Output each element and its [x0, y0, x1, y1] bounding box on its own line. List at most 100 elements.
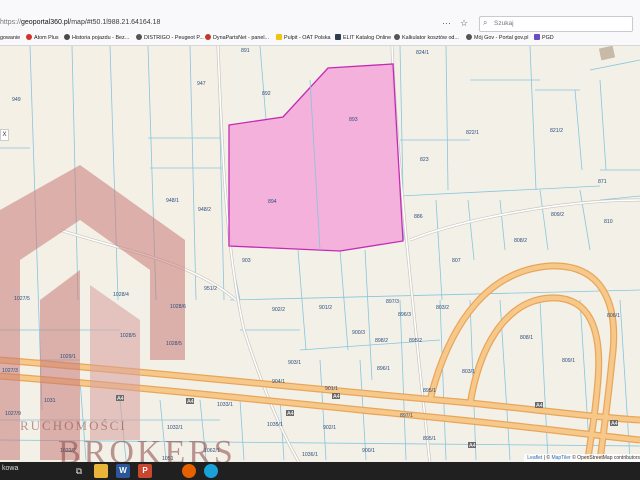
bookmark-item[interactable]: DISTRIGO - Peugeot P... [136, 32, 204, 45]
road-label: A4 [469, 443, 476, 449]
bookmark-label: Mój Gov - Portal gov.pl [474, 35, 529, 41]
more-dots-icon[interactable]: ··· [442, 16, 451, 30]
parcel-label: 898/2 [375, 338, 388, 344]
parcel-label: 896/1 [377, 366, 390, 372]
parcel-label: 895/1 [423, 388, 436, 394]
parcel-label: 803/1 [462, 369, 475, 375]
parcel-label: 808/1 [520, 335, 533, 341]
parcel-label: 1028/5 [166, 341, 182, 347]
bookmark-favicon-icon [276, 34, 282, 40]
bookmark-item[interactable]: PGD [534, 32, 554, 45]
parcel-label: 822/1 [466, 130, 479, 136]
attribution-maptiler-link[interactable]: MapTiler [551, 455, 570, 461]
parcel-label: 901/1 [325, 386, 338, 392]
parcel-label: 947 [197, 81, 206, 87]
parcel-label: 897/3 [386, 299, 399, 305]
star-icon[interactable]: ☆ [460, 16, 468, 30]
word-icon[interactable]: W [116, 464, 130, 478]
bookmark-item[interactable]: DynaPartsNet - panel... [205, 32, 269, 45]
parcel-label: 1032/1 [167, 425, 183, 431]
parcel-label: 893 [349, 117, 358, 123]
parcel-label: 892 [262, 91, 271, 97]
explorer-icon[interactable] [94, 464, 108, 478]
side-panel-close-button[interactable]: X [0, 129, 9, 141]
bookmark-label: PGD [542, 35, 554, 41]
bookmarks-bar: gowanie Atom Plus Historia pojazdu - Bez… [0, 32, 640, 46]
url-host: geoportal360.pl [21, 19, 70, 26]
bookmark-favicon-icon [394, 34, 400, 40]
parcel-label: 1027/9 [5, 411, 21, 417]
bookmark-label: DISTRIGO - Peugeot P... [144, 35, 204, 41]
road-label: A4 [333, 394, 340, 400]
bookmark-favicon-icon [205, 34, 211, 40]
edge-icon[interactable] [204, 464, 218, 478]
bookmark-item[interactable]: ELIT Katalog Online [335, 32, 391, 45]
taskbar-app-icon[interactable]: ⧉ [72, 464, 86, 478]
bookmark-label: Kalkulator kosztów od... [402, 35, 459, 41]
parcel-label: 902/2 [272, 307, 285, 313]
map-view[interactable]: A4 A4 A4 A4 A4 A4 A4 891 892 893 894 903… [0, 46, 640, 464]
parcel-label: 948/1 [166, 198, 179, 204]
bookmark-label: ELIT Katalog Online [343, 35, 392, 41]
road-label: A4 [117, 396, 124, 402]
bookmark-item[interactable]: gowanie [0, 32, 20, 45]
bookmark-item[interactable]: Mój Gov - Portal gov.pl [466, 32, 528, 45]
bookmark-label: gowanie [0, 35, 21, 41]
parcel-label: 897/1 [400, 413, 413, 419]
parcel-label: 949 [12, 97, 21, 103]
parcel-label: 886 [414, 214, 423, 220]
parcel-label: 824/1 [416, 50, 429, 56]
parcel-label: 810 [604, 219, 613, 225]
parcel-label: 803/2 [436, 305, 449, 311]
road-label: A4 [611, 421, 618, 427]
parcel-label: 1028/4 [113, 292, 129, 298]
bookmark-favicon-icon [335, 34, 341, 40]
parcel-label: 1035/1 [267, 422, 283, 428]
bookmark-favicon-icon [534, 34, 540, 40]
parcel-label: 1029/1 [60, 354, 76, 360]
parcel-label: 895/1 [423, 436, 436, 442]
attribution-leaflet-link[interactable]: Leaflet [527, 455, 542, 461]
powerpoint-icon[interactable]: P [138, 464, 152, 478]
parcel-label: 1031 [44, 398, 56, 404]
url-protocol: https:// [0, 19, 22, 26]
bookmark-item[interactable]: Historia pojazdu - Bez... [64, 32, 129, 45]
bookmark-label: DynaPartsNet - panel... [213, 35, 270, 41]
bookmark-item[interactable]: Kalkulator kosztów od... [394, 32, 459, 45]
parcel-label: 900/1 [362, 448, 375, 454]
parcel-label: 1027/5 [14, 296, 30, 302]
address-bar[interactable]: https://geoportal360.pl/map/#t50.1l988.2… [0, 16, 160, 30]
bookmark-label: Atom Plus [34, 35, 59, 41]
bookmark-item[interactable]: Pulpit - OAT Polska [276, 32, 331, 45]
parcel-label: 1036/1 [302, 452, 318, 458]
search-box[interactable]: ⌕ [479, 16, 633, 32]
parcel-label: 809/2 [551, 212, 564, 218]
bookmark-favicon-icon [64, 34, 70, 40]
search-icon: ⌕ [483, 18, 488, 27]
firefox-icon[interactable] [182, 464, 196, 478]
search-input[interactable] [494, 18, 624, 29]
parcel-label: 900/3 [352, 330, 365, 336]
taskbar-status-text: kowa [2, 465, 19, 472]
bookmark-item[interactable]: Atom Plus [26, 32, 59, 45]
url-path: /map/#t50.1l988.21.64164.18 [69, 19, 161, 26]
road-label: A4 [536, 403, 543, 409]
parcel-label: 1028/6 [170, 304, 186, 310]
windows-taskbar: kowa ⧉ W P [0, 462, 640, 480]
parcel-label: 904/1 [272, 379, 285, 385]
parcel-label: 809/1 [562, 358, 575, 364]
parcel-label: 821/2 [550, 128, 563, 134]
parcel-label: 894 [268, 199, 277, 205]
bookmark-label: Pulpit - OAT Polska [284, 35, 331, 41]
bookmark-favicon-icon [136, 34, 142, 40]
parcel-label: 903/1 [288, 360, 301, 366]
parcel-label: 823 [420, 157, 429, 163]
parcel-label: 807 [452, 258, 461, 264]
map-canvas[interactable]: A4 A4 A4 A4 A4 A4 A4 891 892 893 894 903… [0, 46, 640, 464]
parcel-label: 1027/3 [2, 368, 18, 374]
parcel-label: 902/1 [323, 425, 336, 431]
parcel-label: 895/2 [409, 338, 422, 344]
attribution-osm: © OpenStreetMap contributors [570, 455, 640, 461]
parcel-label: 1028/5 [120, 333, 136, 339]
parcel-label: 948/2 [198, 207, 211, 213]
